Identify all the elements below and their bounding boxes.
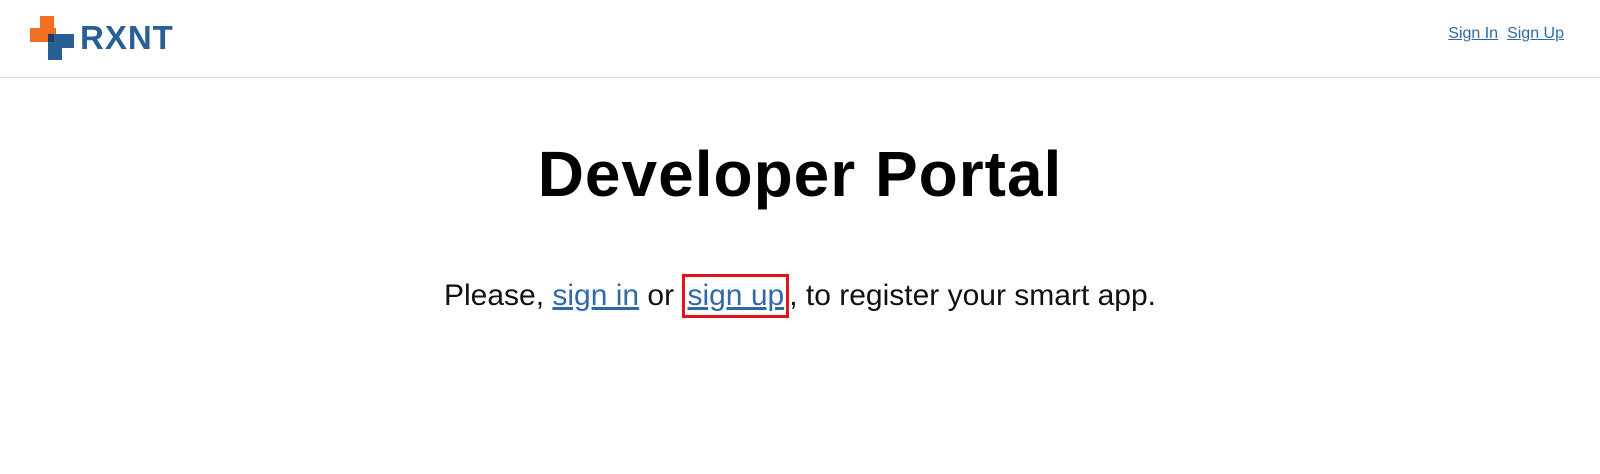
sign-in-prompt: Please, sign in or sign up, to register …: [0, 274, 1600, 318]
message-or: or: [639, 279, 683, 312]
header-sign-in-link[interactable]: Sign In: [1448, 25, 1498, 43]
page-title: Developer Portal: [537, 138, 1063, 210]
logo-text: RXNT: [80, 19, 174, 56]
sign-in-link[interactable]: sign in: [552, 279, 639, 312]
site-header: RXNT Sign In Sign Up: [0, 0, 1600, 78]
header-nav: Sign In Sign Up: [1448, 25, 1564, 43]
header-sign-up-link[interactable]: Sign Up: [1507, 25, 1564, 43]
rxnt-cross-logo-icon: [30, 16, 74, 60]
message-prefix: Please,: [443, 279, 553, 312]
message-suffix: , to register your smart app.: [789, 279, 1157, 312]
sign-up-link[interactable]: sign up: [687, 279, 784, 312]
sign-up-highlight: sign up: [682, 274, 790, 318]
rxnt-logo[interactable]: RXNT: [30, 16, 174, 60]
